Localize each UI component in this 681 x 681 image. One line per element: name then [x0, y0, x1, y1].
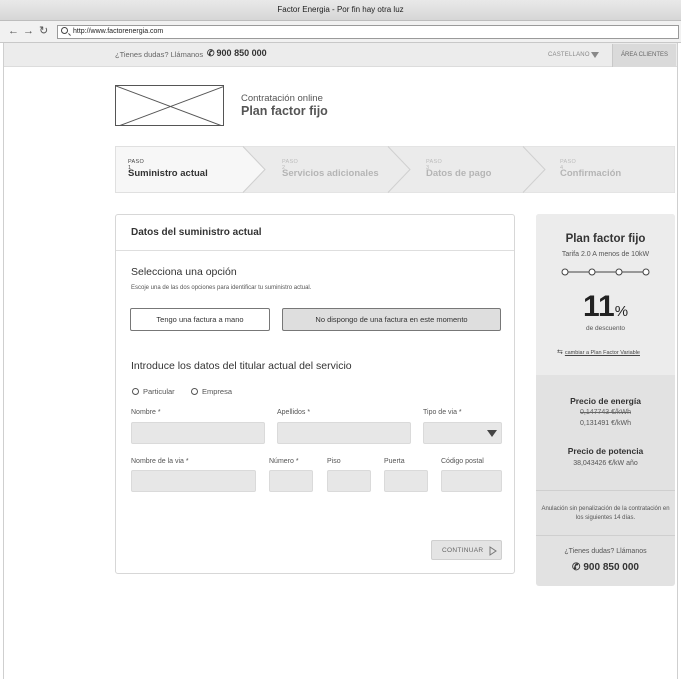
slider-stop[interactable]: [561, 268, 569, 276]
change-plan-link[interactable]: ⇆ cambiar a Plan Factor Variable: [557, 348, 640, 356]
codigo-postal-label: Código postal: [441, 458, 484, 465]
holder-data-title: Introduce los datos del titular actual d…: [131, 360, 352, 372]
change-plan-label[interactable]: cambiar a Plan Factor Variable: [565, 350, 640, 356]
plan-title: Plan factor fijo: [565, 233, 646, 245]
divider: [116, 250, 514, 251]
step-label: Datos de pago: [426, 168, 492, 179]
plan-subtitle: Tarifa 2.0 A menos de 10kW: [561, 251, 650, 258]
page-title: Plan factor fijo: [241, 104, 328, 118]
numero-field[interactable]: [269, 470, 313, 492]
language-selector[interactable]: CASTELLANO: [548, 52, 590, 58]
discount-label: de descuento: [585, 325, 626, 332]
radio-label: Empresa: [202, 387, 233, 396]
select-option-title: Selecciona una opción: [131, 266, 237, 278]
power-price-title: Precio de potencia: [567, 446, 644, 456]
logo-placeholder[interactable]: [115, 85, 224, 126]
puerta-label: Puerta: [384, 458, 405, 465]
area-clientes-button[interactable]: ÁREA CLIENTES: [612, 44, 676, 67]
reload-icon[interactable]: ↻: [39, 25, 48, 37]
phone-number[interactable]: ✆ 900 850 000: [207, 48, 267, 59]
continue-label: CONTINUAR: [442, 547, 484, 554]
step-label: Confirmación: [560, 168, 622, 179]
energy-price-title: Precio de energía: [570, 396, 641, 406]
piso-label: Piso: [327, 458, 341, 465]
slider-stop[interactable]: [642, 268, 650, 276]
continue-button[interactable]: CONTINUAR: [431, 540, 502, 560]
energy-price-old: 0,147743 €/kWh: [580, 409, 631, 416]
swap-icon: ⇆: [557, 349, 563, 356]
nombre-field[interactable]: [131, 422, 265, 444]
radio-label: Particular: [143, 387, 175, 396]
energy-price-new: 0,131491 €/kWh: [580, 420, 631, 427]
sidebar-phone[interactable]: ✆ 900 850 000: [536, 562, 675, 573]
card-title: Datos del suministro actual: [131, 227, 262, 238]
chevron-down-icon[interactable]: [487, 430, 497, 437]
apellidos-field[interactable]: [277, 422, 411, 444]
divider: [536, 490, 675, 491]
window-titlebar: Factor Energia - Por fin hay otra luz: [0, 0, 681, 21]
discount-value: 11%: [536, 291, 675, 328]
discount-unit: %: [614, 303, 629, 320]
no-invoice-button[interactable]: No dispongo de una factura en este momen…: [282, 308, 501, 331]
piso-field[interactable]: [327, 470, 371, 492]
phone-icon: ✆: [571, 562, 581, 573]
sidebar-help-text: ¿Tienes dudas? Llámanos: [564, 548, 647, 555]
power-price-value: 38,043426 €/kW año: [573, 460, 638, 467]
search-icon: [61, 27, 68, 34]
phone-icon: ✆: [207, 48, 215, 58]
step-label: Servicios adicionales: [282, 168, 379, 179]
codigo-postal-field[interactable]: [441, 470, 502, 492]
back-arrow-icon[interactable]: ←: [8, 25, 19, 37]
have-invoice-button[interactable]: Tengo una factura a mano: [130, 308, 270, 331]
image-placeholder-icon: [116, 86, 223, 125]
page-subtitle: Contratación online: [241, 93, 323, 104]
radio-circle-icon[interactable]: [191, 388, 198, 395]
forward-arrow-icon[interactable]: →: [23, 25, 34, 37]
tipo-via-label: Tipo de via *: [423, 409, 462, 416]
divider: [536, 535, 675, 536]
tariff-slider[interactable]: [561, 267, 651, 277]
select-option-description: Escoje una de las dos opciones para iden…: [131, 285, 312, 291]
phone-number-text: 900 850 000: [216, 48, 267, 58]
browser-toolbar: ← → ↻ http://www.factorenergia.com: [0, 21, 681, 43]
nombre-via-label: Nombre de la via *: [131, 458, 189, 465]
puerta-field[interactable]: [384, 470, 428, 492]
slider-stop[interactable]: [615, 268, 623, 276]
area-clientes-label: ÁREA CLIENTES: [620, 52, 668, 58]
slider-stop[interactable]: [588, 268, 596, 276]
progress-steps: PASO 1 Suministro actual PASO 2 Servicio…: [115, 146, 675, 193]
numero-label: Número *: [269, 458, 299, 465]
address-bar[interactable]: http://www.factorenergia.com: [57, 25, 679, 39]
apellidos-label: Apellidos *: [277, 409, 311, 416]
help-text: ¿Tienes dudas? Llámanos: [115, 50, 204, 59]
chevron-down-icon[interactable]: [591, 52, 599, 58]
address-url: http://www.factorenergia.com: [73, 28, 164, 35]
sidebar-phone-text: 900 850 000: [583, 562, 639, 573]
step-label: Suministro actual: [128, 168, 208, 179]
cancellation-note: Anulación sin penalización de la contrat…: [541, 506, 670, 521]
radio-circle-icon[interactable]: [132, 388, 139, 395]
nombre-label: Nombre *: [131, 409, 161, 416]
discount-number: 11: [582, 290, 615, 323]
window-title: Factor Energia - Por fin hay otra luz: [277, 5, 404, 14]
play-arrow-icon: [489, 546, 497, 556]
nombre-via-field[interactable]: [131, 470, 256, 492]
